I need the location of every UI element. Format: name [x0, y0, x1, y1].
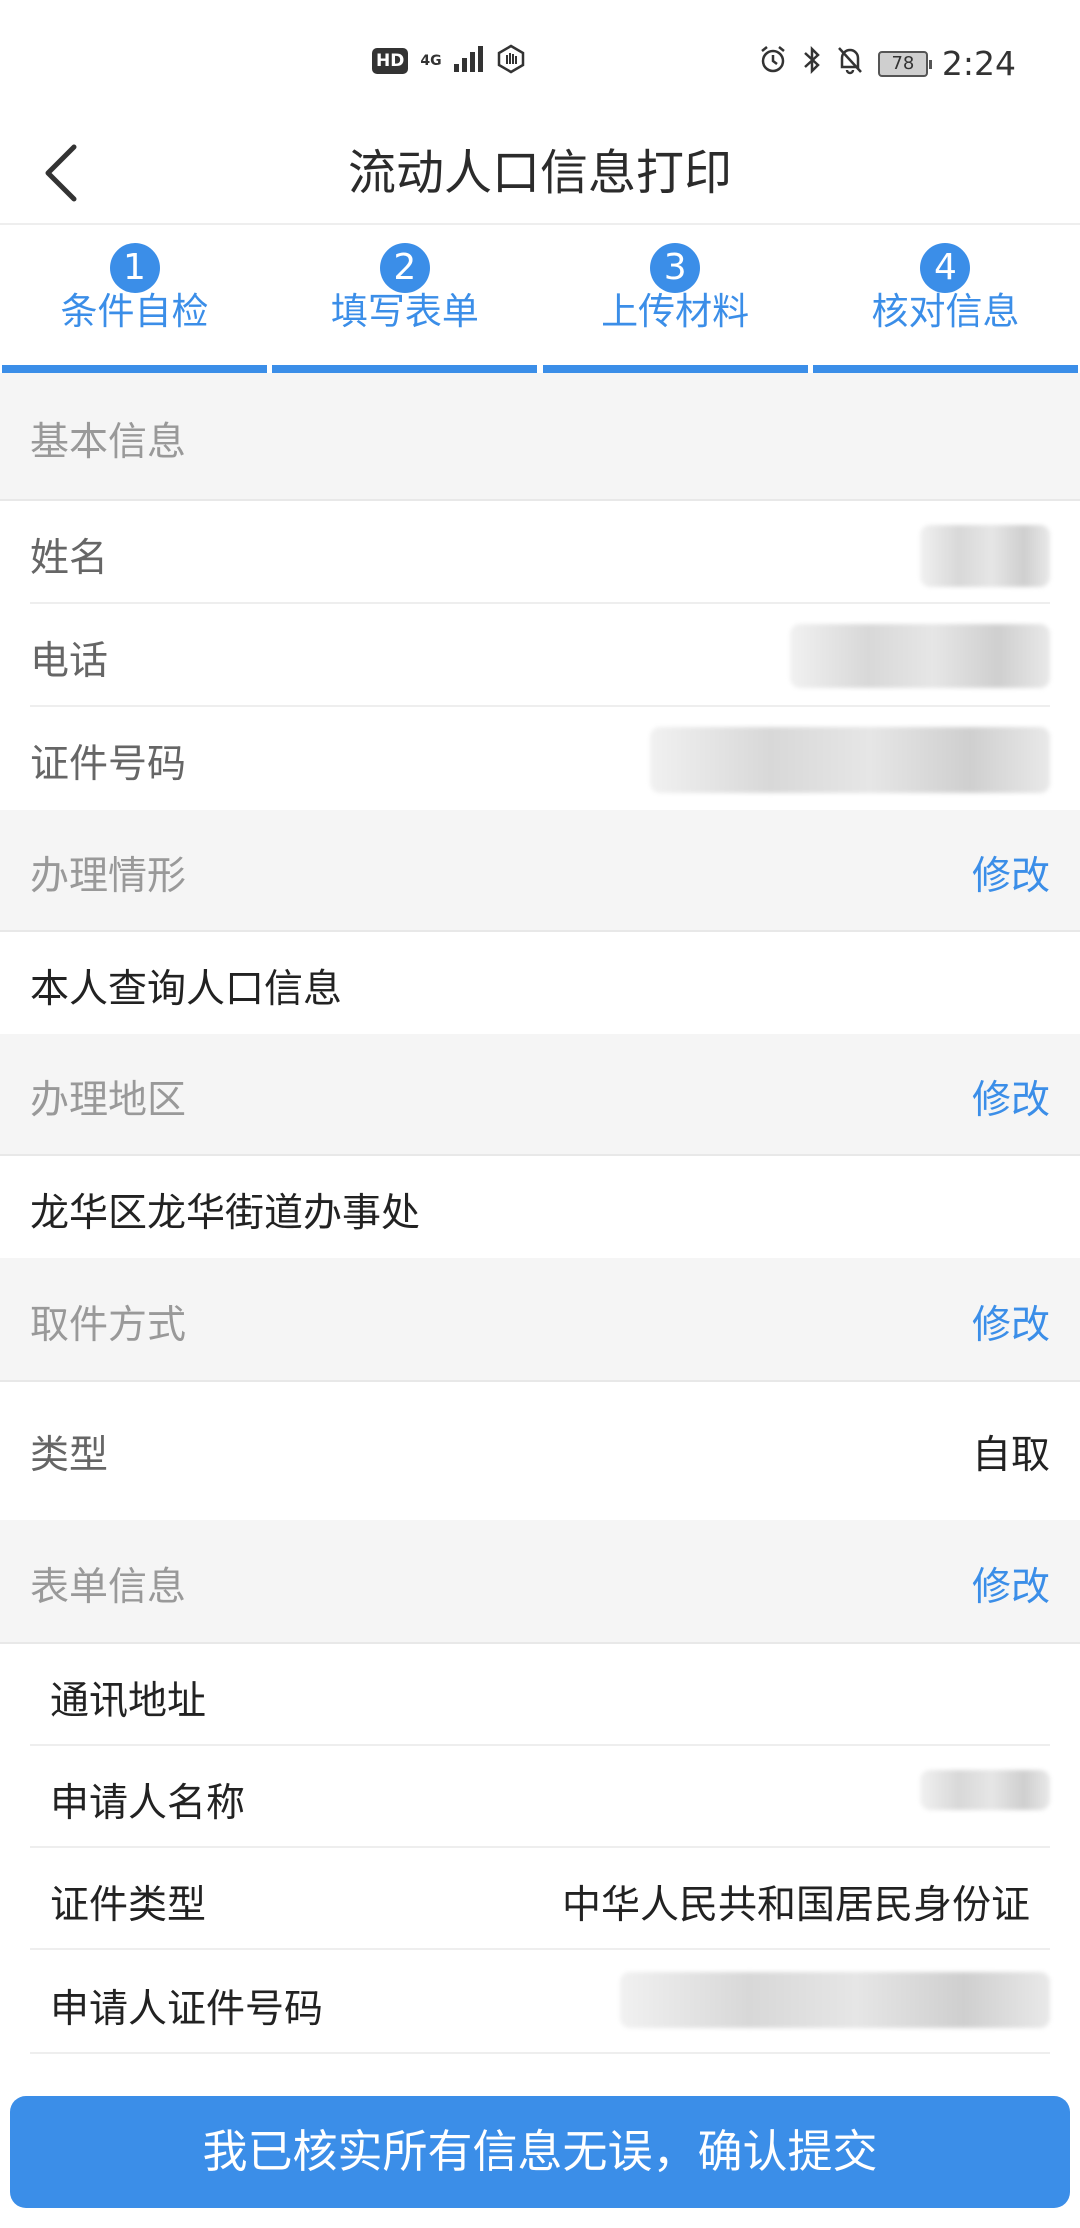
status-center: HD 4G: [372, 44, 526, 78]
section-situation: 办理情形 修改: [0, 810, 1080, 932]
section-region: 办理地区 修改: [0, 1034, 1080, 1156]
edit-region-button[interactable]: 修改: [972, 1069, 1050, 1125]
row-id-number: 证件号码: [0, 707, 1080, 810]
alarm-icon: [758, 44, 788, 83]
section-title: 取件方式: [30, 1303, 187, 1348]
applicant-name-label: 申请人名称: [50, 1781, 246, 1826]
page-title: 流动人口信息打印: [347, 145, 732, 201]
step-indicator: 1 条件自检 2 填写表单 3 上传材料 4 核对信息: [0, 225, 1080, 373]
applicant-id-label: 申请人证件号码: [50, 1987, 324, 2032]
step-progress-bar: [272, 365, 538, 373]
region-value: 龙华区龙华街道办事处: [30, 1191, 421, 1236]
step-1: 1 条件自检: [2, 225, 267, 373]
row-region-value: 龙华区龙华街道办事处: [0, 1156, 1080, 1258]
situation-value: 本人查询人口信息: [30, 967, 343, 1012]
status-bar: HD 4G 78 2:24: [0, 0, 1080, 125]
mute-icon: [836, 44, 864, 83]
network-icon: 4G: [420, 53, 442, 69]
step-number: 3: [650, 243, 701, 293]
step-progress-bar: [812, 365, 1078, 373]
row-name: 姓名: [0, 501, 1080, 604]
step-number: 2: [379, 243, 430, 293]
id-number-redacted: [650, 727, 1050, 793]
section-title: 办理情形: [30, 854, 187, 899]
id-type-value: 中华人民共和国居民身份证: [561, 1883, 1030, 1928]
confirm-submit-button[interactable]: 我已核实所有信息无误，确认提交: [10, 2096, 1070, 2208]
address-label: 通讯地址: [50, 1679, 207, 1724]
step-progress-bar: [2, 365, 267, 373]
hand-icon: [496, 44, 526, 78]
status-right: 78 2:24: [758, 44, 1016, 83]
applicant-id-redacted: [620, 1972, 1050, 2028]
step-3: 3 上传材料: [542, 225, 808, 373]
edit-form-info-button[interactable]: 修改: [972, 1556, 1050, 1612]
step-progress-bar: [542, 365, 808, 373]
pickup-type-label: 类型: [30, 1433, 109, 1478]
applicant-name-redacted: [920, 1770, 1050, 1810]
phone-value-redacted: [790, 624, 1050, 688]
name-value-redacted: [920, 525, 1050, 587]
battery-icon: 78: [877, 50, 932, 77]
step-number: 1: [109, 243, 160, 293]
signal-icon: [453, 46, 484, 76]
step-label: 填写表单: [330, 290, 479, 333]
step-2: 2 填写表单: [272, 225, 538, 373]
row-phone: 电话: [0, 604, 1080, 707]
id-type-label: 证件类型: [50, 1883, 207, 1928]
row-pickup-type: 类型 自取: [0, 1382, 1080, 1520]
pickup-type-value: 自取: [971, 1433, 1050, 1478]
nav-header: 流动人口信息打印: [0, 125, 1080, 225]
name-label: 姓名: [30, 536, 109, 581]
step-4: 4 核对信息: [812, 225, 1078, 373]
step-number: 4: [920, 243, 971, 293]
section-basic-info: 基本信息: [0, 373, 1080, 501]
form-row-id-type: 证件类型 中华人民共和国居民身份证: [30, 1848, 1050, 1950]
section-title: 基本信息: [30, 420, 187, 465]
form-row-applicant-id: 申请人证件号码: [30, 1950, 1050, 2054]
id-number-label: 证件号码: [30, 742, 187, 787]
section-title: 办理地区: [30, 1078, 187, 1123]
clock-time: 2:24: [941, 44, 1016, 83]
step-label: 上传材料: [601, 290, 750, 333]
bluetooth-icon: [802, 44, 822, 83]
edit-situation-button[interactable]: 修改: [972, 845, 1050, 901]
step-label: 条件自检: [60, 290, 209, 333]
form-row-applicant-name: 申请人名称: [30, 1746, 1050, 1848]
step-label: 核对信息: [871, 290, 1020, 333]
section-form-info: 表单信息 修改: [0, 1520, 1080, 1644]
row-situation-value: 本人查询人口信息: [0, 932, 1080, 1034]
phone-label: 电话: [30, 639, 109, 684]
form-row-address: 通讯地址: [30, 1644, 1050, 1746]
hd-icon: HD: [372, 48, 409, 74]
section-title: 表单信息: [30, 1565, 187, 1610]
edit-pickup-button[interactable]: 修改: [972, 1294, 1050, 1350]
section-pickup: 取件方式 修改: [0, 1258, 1080, 1382]
